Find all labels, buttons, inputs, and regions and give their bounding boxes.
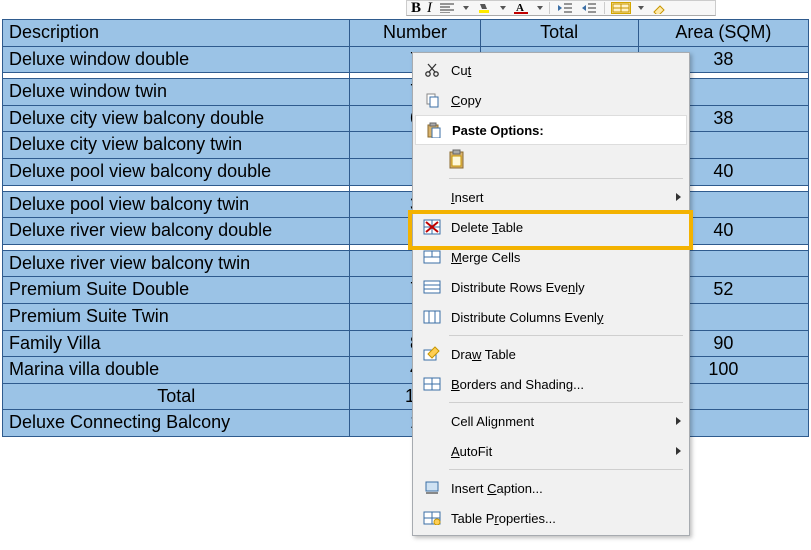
eraser-icon[interactable] (650, 2, 668, 14)
header-number: Number (350, 20, 480, 47)
menu-distribute-columns[interactable]: Distribute Columns Evenly (415, 302, 687, 332)
menu-separator (449, 402, 683, 403)
blank-icon (419, 186, 445, 208)
paste-clipboard-icon (445, 149, 471, 171)
header-total: Total (480, 20, 638, 47)
blank-icon (419, 410, 445, 432)
menu-copy[interactable]: Copy (415, 85, 687, 115)
table-cell[interactable]: Premium Suite Twin (3, 303, 350, 330)
caption-icon (419, 477, 445, 499)
menu-separator (449, 178, 683, 179)
submenu-arrow-icon (676, 193, 681, 201)
dropdown-arrow-icon[interactable] (537, 6, 543, 10)
table-cell[interactable]: Deluxe city view balcony double (3, 105, 350, 132)
insert-table-icon[interactable] (611, 2, 631, 14)
table-cell[interactable]: Deluxe Connecting Balcony (3, 410, 350, 437)
submenu-arrow-icon (676, 447, 681, 455)
cut-icon (419, 59, 445, 81)
blank-icon (419, 440, 445, 462)
dropdown-arrow-icon[interactable] (638, 6, 644, 10)
table-cell[interactable]: Deluxe window double (3, 46, 350, 73)
table-cell[interactable]: Deluxe river view balcony double (3, 218, 350, 245)
menu-delete-table[interactable]: Delete Table (415, 212, 687, 242)
highlight-icon[interactable] (475, 2, 493, 14)
menu-label: Distribute Rows Evenly (451, 280, 681, 295)
menu-label: AutoFit (451, 444, 676, 459)
menu-paste-options-header: Paste Options: (415, 115, 687, 145)
menu-insert-caption[interactable]: Insert Caption... (415, 473, 687, 503)
table-cell[interactable]: Deluxe window twin (3, 79, 350, 106)
copy-icon (419, 89, 445, 111)
paste-icon (420, 119, 446, 141)
menu-cut[interactable]: Cut (415, 55, 687, 85)
toolbar-divider (549, 2, 550, 14)
dropdown-arrow-icon[interactable] (500, 6, 506, 10)
menu-insert[interactable]: Insert (415, 182, 687, 212)
delete-table-icon (419, 216, 445, 238)
distribute-rows-icon (419, 276, 445, 298)
distribute-columns-icon (419, 306, 445, 328)
menu-label: Copy (451, 93, 681, 108)
table-cell[interactable]: Deluxe pool view balcony double (3, 158, 350, 185)
menu-separator (449, 335, 683, 336)
italic-button[interactable]: I (427, 0, 432, 17)
header-area: Area (SQM) (638, 20, 808, 47)
merge-cells-icon (419, 246, 445, 268)
menu-table-properties[interactable]: Table Properties... (415, 503, 687, 533)
table-context-menu: Cut Copy Paste Options: Insert Delete Ta… (412, 52, 690, 536)
menu-label: Table Properties... (451, 511, 681, 526)
decrease-indent-icon[interactable] (556, 2, 574, 14)
menu-label: Merge Cells (451, 250, 681, 265)
menu-autofit[interactable]: AutoFit (415, 436, 687, 466)
table-cell[interactable]: Family Villa (3, 330, 350, 357)
menu-merge-cells[interactable]: Merge Cells (415, 242, 687, 272)
header-description: Description (3, 20, 350, 47)
table-properties-icon (419, 507, 445, 529)
menu-borders-shading[interactable]: Borders and Shading... (415, 369, 687, 399)
align-icon[interactable] (438, 2, 456, 14)
menu-separator (449, 469, 683, 470)
menu-label: Distribute Columns Evenly (451, 310, 681, 325)
dropdown-arrow-icon[interactable] (463, 6, 469, 10)
borders-shading-icon (419, 373, 445, 395)
menu-draw-table[interactable]: Draw Table (415, 339, 687, 369)
table-cell[interactable]: Total (3, 383, 350, 410)
menu-label: Borders and Shading... (451, 377, 681, 392)
menu-label: Paste Options: (452, 123, 680, 138)
font-color-icon[interactable]: A (512, 2, 530, 14)
menu-paste-keep-formatting[interactable] (415, 145, 687, 175)
menu-label: Delete Table (451, 220, 681, 235)
menu-label: Insert Caption... (451, 481, 681, 496)
mini-toolbar: B I A (406, 0, 716, 16)
draw-table-icon (419, 343, 445, 365)
table-cell[interactable]: Premium Suite Double (3, 277, 350, 304)
table-cell[interactable]: Marina villa double (3, 357, 350, 384)
menu-label: Cut (451, 63, 681, 78)
table-header-row: Description Number Total Area (SQM) (3, 20, 809, 47)
increase-indent-icon[interactable] (580, 2, 598, 14)
table-cell[interactable]: Deluxe pool view balcony twin (3, 191, 350, 218)
table-cell[interactable]: Deluxe city view balcony twin (3, 132, 350, 159)
bold-button[interactable]: B (411, 0, 421, 17)
menu-label: Cell Alignment (451, 414, 676, 429)
table-cell[interactable]: Deluxe river view balcony twin (3, 250, 350, 277)
menu-distribute-rows[interactable]: Distribute Rows Evenly (415, 272, 687, 302)
submenu-arrow-icon (676, 417, 681, 425)
toolbar-divider (604, 2, 605, 14)
menu-label: Insert (451, 190, 676, 205)
menu-label: Draw Table (451, 347, 681, 362)
menu-cell-alignment[interactable]: Cell Alignment (415, 406, 687, 436)
